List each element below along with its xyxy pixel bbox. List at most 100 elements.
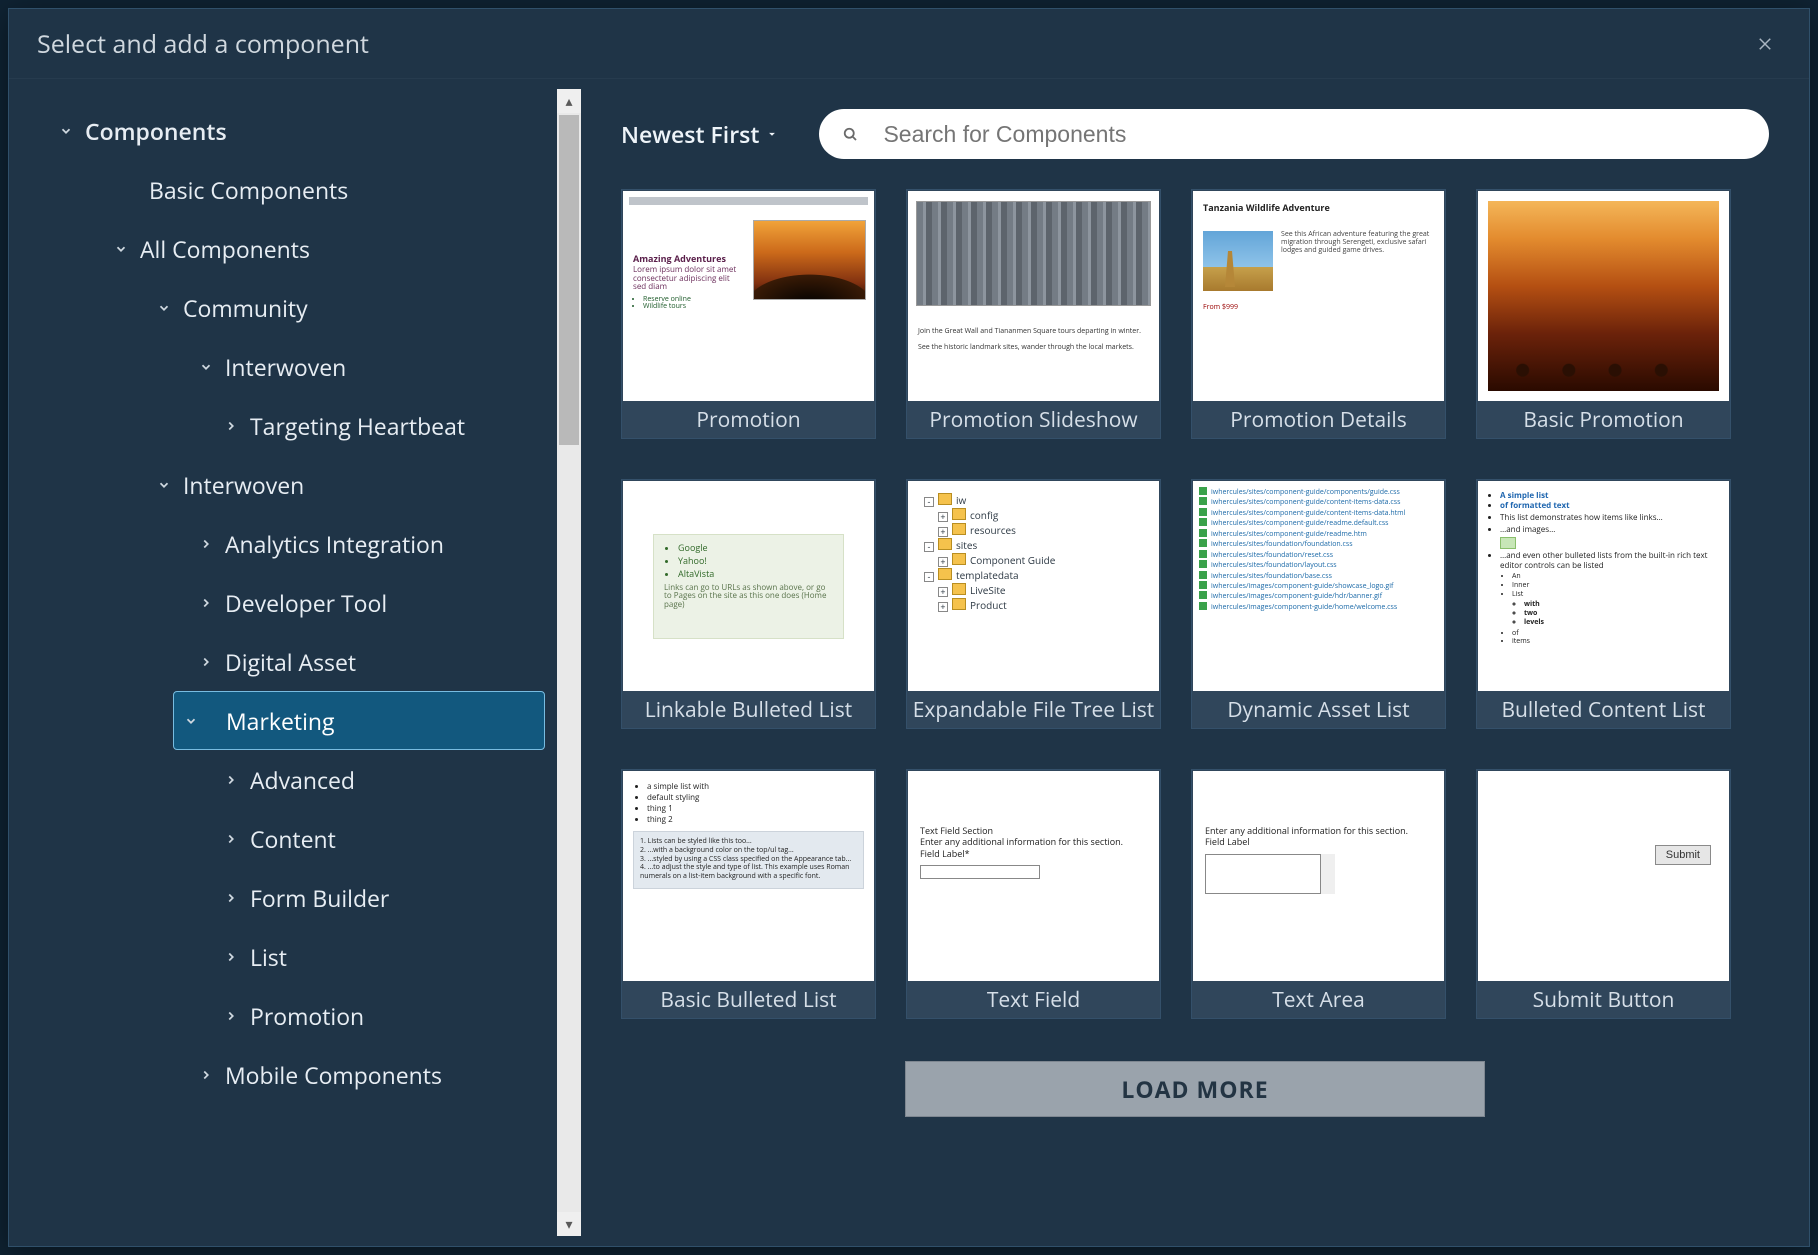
chevron-right-icon (189, 655, 223, 669)
category-tree: Components Basic Components All Componen… (9, 79, 581, 1246)
results-toolbar: Newest First (621, 109, 1769, 159)
component-thumbnail: Submit (1478, 771, 1729, 981)
component-label: Submit Button (1477, 982, 1730, 1018)
tree-interwoven[interactable]: Interwoven (9, 455, 557, 514)
tree-label: Digital Asset (223, 646, 356, 678)
component-card-bulleted-content-list[interactable]: A simple listof formatted text This list… (1476, 479, 1731, 729)
component-card-text-area[interactable]: Enter any additional information for thi… (1191, 769, 1446, 1019)
component-thumbnail: Join the Great Wall and Tiananmen Square… (908, 191, 1159, 401)
component-label: Bulleted Content List (1477, 692, 1730, 728)
tree-analytics-integration[interactable]: Analytics Integration (9, 514, 557, 573)
component-thumbnail: Amazing AdventuresLorem ipsum dolor sit … (623, 191, 874, 401)
tree-marketing-promotion[interactable]: Promotion (9, 986, 557, 1045)
tree-label: Mobile Components (223, 1059, 442, 1091)
tree-marketing[interactable]: Marketing (173, 691, 545, 750)
chevron-right-icon (214, 832, 248, 846)
sort-dropdown[interactable]: Newest First (621, 118, 779, 150)
scrollbar-thumb[interactable] (559, 115, 579, 445)
tree-label: All Components (138, 233, 310, 265)
component-thumbnail: Text Field Section Enter any additional … (908, 771, 1159, 981)
close-icon (1756, 35, 1774, 53)
component-label: Basic Promotion (1477, 402, 1730, 438)
tree-label: Developer Tool (223, 587, 387, 619)
component-picker-dialog: Select and add a component Components Ba… (8, 8, 1810, 1247)
tree-marketing-list[interactable]: List (9, 927, 557, 986)
component-thumbnail: A simple listof formatted text This list… (1478, 481, 1729, 691)
tree-targeting-heartbeat[interactable]: Targeting Heartbeat (9, 396, 557, 455)
component-label: Text Area (1192, 982, 1445, 1018)
tree-scroll-area: Components Basic Components All Componen… (9, 79, 557, 1246)
tree-label: Targeting Heartbeat (248, 410, 465, 442)
chevron-down-icon (174, 714, 208, 728)
tree-community[interactable]: Community (9, 278, 557, 337)
component-card-basic-bulleted-list[interactable]: a simple list withdefault stylingthing 1… (621, 769, 876, 1019)
component-label: Promotion Slideshow (907, 402, 1160, 438)
component-label: Promotion (622, 402, 875, 438)
search-input[interactable] (883, 121, 1747, 148)
tree-marketing-advanced[interactable]: Advanced (9, 750, 557, 809)
tree-all-components[interactable]: All Components (9, 219, 557, 278)
tree-label: Analytics Integration (223, 528, 444, 560)
tree-community-interwoven[interactable]: Interwoven (9, 337, 557, 396)
component-thumbnail: iwhercules/sites/component-guide/compone… (1193, 481, 1444, 691)
tree-label: List (248, 941, 287, 973)
component-thumbnail: Tanzania Wildlife Adventure See this Afr… (1193, 191, 1444, 401)
scroll-up-button[interactable]: ▴ (557, 89, 581, 113)
component-card-dynamic-asset-list[interactable]: iwhercules/sites/component-guide/compone… (1191, 479, 1446, 729)
chevron-down-icon (189, 360, 223, 374)
chevron-right-icon (214, 419, 248, 433)
chevron-right-icon (189, 537, 223, 551)
component-thumbnail: Enter any additional information for thi… (1193, 771, 1444, 981)
component-card-promotion-details[interactable]: Tanzania Wildlife Adventure See this Afr… (1191, 189, 1446, 439)
component-card-expandable-file-tree-list[interactable]: -iw +config +resources -sites +Component… (906, 479, 1161, 729)
tree-scrollbar[interactable]: ▴ ▾ (557, 89, 581, 1236)
component-card-linkable-bulleted-list[interactable]: Google Yahoo! AltaVista Links can go to … (621, 479, 876, 729)
chevron-right-icon (214, 891, 248, 905)
tree-root-components[interactable]: Components (9, 101, 557, 160)
component-card-submit-button[interactable]: Submit Submit Button (1476, 769, 1731, 1019)
tree-label: Interwoven (181, 469, 304, 501)
tree-label: Marketing (224, 705, 334, 737)
component-label: Expandable File Tree List (907, 692, 1160, 728)
sort-label: Newest First (621, 118, 759, 150)
tree-basic-components[interactable]: Basic Components (9, 160, 557, 219)
component-label: Basic Bulleted List (622, 982, 875, 1018)
tree-marketing-content[interactable]: Content (9, 809, 557, 868)
load-more-row: LOAD MORE (621, 1061, 1769, 1117)
component-card-promotion[interactable]: Amazing AdventuresLorem ipsum dolor sit … (621, 189, 876, 439)
component-label: Promotion Details (1192, 402, 1445, 438)
search-box[interactable] (819, 109, 1769, 159)
chevron-right-icon (214, 950, 248, 964)
chevron-right-icon (214, 1009, 248, 1023)
load-more-label: LOAD MORE (1121, 1073, 1268, 1105)
component-thumbnail: -iw +config +resources -sites +Component… (908, 481, 1159, 691)
chevron-down-icon (147, 478, 181, 492)
component-thumbnail: Google Yahoo! AltaVista Links can go to … (623, 481, 874, 691)
chevron-right-icon (189, 596, 223, 610)
close-button[interactable] (1749, 28, 1781, 60)
tree-digital-asset[interactable]: Digital Asset (9, 632, 557, 691)
tree-label: Interwoven (223, 351, 346, 383)
chevron-down-icon (147, 301, 181, 315)
component-thumbnail (1478, 191, 1729, 401)
component-label: Dynamic Asset List (1192, 692, 1445, 728)
caret-down-icon (765, 127, 779, 141)
tree-marketing-form-builder[interactable]: Form Builder (9, 868, 557, 927)
chevron-right-icon (189, 1068, 223, 1082)
scroll-down-button[interactable]: ▾ (557, 1212, 581, 1236)
component-card-basic-promotion[interactable]: Basic Promotion (1476, 189, 1731, 439)
dialog-body: Components Basic Components All Componen… (9, 79, 1809, 1246)
chevron-down-icon (104, 242, 138, 256)
tree-label: Advanced (248, 764, 355, 796)
component-thumbnail: a simple list withdefault stylingthing 1… (623, 771, 874, 981)
tree-developer-tool[interactable]: Developer Tool (9, 573, 557, 632)
tree-label: Community (181, 292, 308, 324)
load-more-button[interactable]: LOAD MORE (905, 1061, 1485, 1117)
component-card-text-field[interactable]: Text Field Section Enter any additional … (906, 769, 1161, 1019)
component-label: Text Field (907, 982, 1160, 1018)
tree-mobile-components[interactable]: Mobile Components (9, 1045, 557, 1104)
component-card-promotion-slideshow[interactable]: Join the Great Wall and Tiananmen Square… (906, 189, 1161, 439)
dialog-title: Select and add a component (37, 27, 1749, 61)
component-label: Linkable Bulleted List (622, 692, 875, 728)
chevron-down-icon (49, 124, 83, 138)
